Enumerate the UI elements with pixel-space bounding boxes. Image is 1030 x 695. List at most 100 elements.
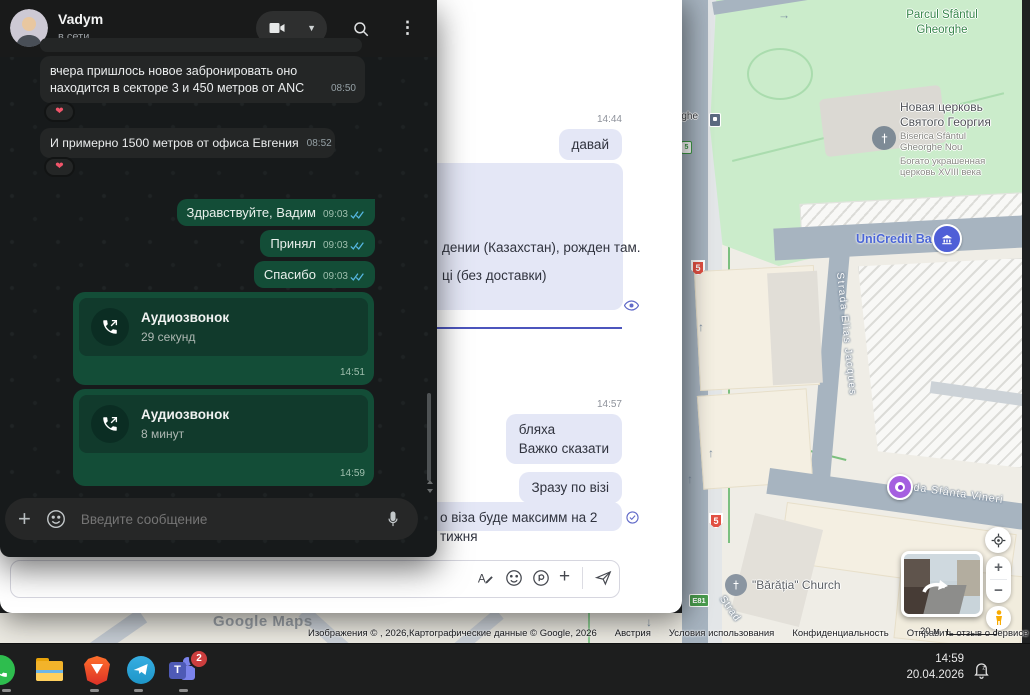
- attach-plus-icon[interactable]: +: [18, 506, 31, 532]
- church-poi-icon[interactable]: [872, 126, 896, 150]
- running-indicator: [90, 689, 99, 692]
- send-button-icon[interactable]: [594, 569, 613, 587]
- message-time: 09:03: [323, 271, 365, 282]
- street-view-arrow-icon: [922, 580, 948, 593]
- attach-plus-icon[interactable]: +: [559, 566, 570, 588]
- message-input[interactable]: [78, 510, 383, 528]
- running-indicator: [179, 689, 188, 692]
- taskbar-clock[interactable]: 14:59 20.04.2026: [878, 651, 964, 683]
- telegram-plane-icon: [133, 664, 148, 675]
- map-scale-bar: [947, 629, 997, 635]
- outgoing-message: бляха Важко сказати: [505, 414, 622, 464]
- call-title: Аудиозвонок: [141, 407, 230, 422]
- one-way-arrow-icon: ↓: [646, 615, 652, 629]
- map-scale-label: 20 м: [920, 626, 940, 637]
- map-building: [767, 270, 823, 386]
- incoming-message-clipped: [40, 38, 362, 52]
- taskbar-brave-icon[interactable]: [84, 656, 110, 685]
- map-building: [730, 513, 824, 627]
- running-indicator: [134, 689, 143, 692]
- viber-message-input[interactable]: [10, 560, 620, 598]
- pegman-button[interactable]: [986, 606, 1011, 630]
- emoji-icon[interactable]: [505, 569, 523, 587]
- taskbar-file-explorer-icon[interactable]: [36, 658, 63, 682]
- reaction-heart[interactable]: ❤: [44, 157, 75, 177]
- audio-call-card[interactable]: Аудиозвонок 8 минут 14:59: [73, 389, 374, 486]
- call-duration: 8 минут: [141, 427, 185, 441]
- reaction-heart[interactable]: ❤: [44, 102, 75, 122]
- incoming-message: И примерно 1500 метров от офиса Евгения …: [40, 128, 335, 158]
- zoom-out-button[interactable]: −: [986, 580, 1011, 602]
- menu-kebab-icon[interactable]: ⋮: [399, 17, 416, 39]
- svg-text:A: A: [478, 573, 486, 586]
- my-location-icon: [991, 533, 1005, 547]
- svg-text:z: z: [982, 665, 985, 672]
- delivered-check-icon: [626, 511, 639, 524]
- church2-poi-icon[interactable]: [725, 574, 747, 596]
- cross-icon: [733, 580, 739, 590]
- sticker-icon[interactable]: [45, 508, 67, 530]
- whatsapp-phone-icon: [0, 672, 7, 677]
- taskbar-whatsapp-icon[interactable]: [0, 655, 15, 685]
- outgoing-message: Здравствуйте, Вадим 09:03: [176, 199, 375, 226]
- tram-stop-icon[interactable]: 5: [682, 141, 692, 154]
- google-maps-map[interactable]: Parcul Sfântul Gheorghe ↑ Новая церковь …: [682, 0, 1022, 643]
- taskbar-telegram-icon[interactable]: [127, 656, 155, 684]
- message-timestamp: 14:57: [596, 399, 622, 410]
- map-construction-area: [858, 258, 1022, 468]
- teams-notification-badge: 2: [189, 649, 209, 669]
- contact-name: Vadym: [58, 11, 104, 27]
- incoming-message: вчера пришлось новое забронировать оно н…: [40, 56, 365, 103]
- poi-pin-purple[interactable]: [887, 474, 913, 500]
- search-icon[interactable]: [352, 20, 370, 38]
- call-title: Аудиозвонок: [141, 310, 230, 325]
- cross-icon: [881, 133, 887, 143]
- attribution-terms-link[interactable]: Условия использования: [669, 628, 774, 639]
- attribution-region: Австрия: [614, 628, 651, 639]
- road-shield-e81: E81: [689, 594, 709, 607]
- message-time: 09:03: [323, 240, 365, 251]
- clock-time: 14:59: [935, 653, 964, 665]
- message-time: 08:52: [306, 138, 332, 149]
- attribution-copyright: Изображения © , 2026,Картографические да…: [308, 628, 597, 639]
- bank-icon: [942, 234, 952, 245]
- whatsapp-chat-window: Vadym в сети ▼ ⋮ вчера пришлось новое за…: [0, 0, 437, 557]
- bus-stop-icon[interactable]: [709, 113, 721, 127]
- sticker-icon[interactable]: [532, 569, 550, 587]
- outgoing-message: давай: [558, 129, 622, 160]
- running-indicator: [2, 689, 11, 692]
- clock-date: 20.04.2026: [906, 669, 964, 681]
- outgoing-message: Зразу по візі: [518, 472, 622, 503]
- church2-poi-label[interactable]: "Bărăția" Church: [752, 578, 841, 592]
- zoom-in-button[interactable]: +: [986, 556, 1011, 579]
- text-format-icon[interactable]: A: [477, 569, 495, 587]
- outgoing-call-icon: [103, 319, 118, 334]
- attribution-privacy-link[interactable]: Конфиденциальность: [792, 628, 888, 639]
- my-location-button[interactable]: [985, 527, 1011, 553]
- chevron-down-icon[interactable]: ▼: [307, 23, 316, 33]
- church-poi-label[interactable]: Новая церковь Святого Георгия Biserica S…: [900, 100, 991, 178]
- notification-bell-icon[interactable]: z: [972, 660, 991, 679]
- message-text-fragment: дении (Казахстан), рожден там. ці (без д…: [442, 240, 641, 283]
- map-park-path-oval: [747, 48, 813, 100]
- microphone-icon[interactable]: [383, 509, 403, 529]
- read-receipt-icon: [350, 210, 364, 219]
- map-park-label[interactable]: Parcul Sfântul Gheorghe: [882, 8, 1002, 38]
- message-time: 08:50: [330, 83, 356, 94]
- scroll-up-arrow[interactable]: [427, 480, 433, 484]
- audio-call-card[interactable]: Аудиозвонок 29 секунд 14:51: [73, 292, 374, 385]
- outgoing-message: Спасибо 09:03: [253, 261, 375, 288]
- scroll-down-arrow[interactable]: [427, 489, 433, 493]
- message-time: 14:59: [339, 468, 365, 479]
- pegman-icon: [995, 610, 1002, 625]
- bank-poi-icon[interactable]: [932, 224, 962, 254]
- scrollbar-thumb[interactable]: [427, 393, 431, 481]
- street-label-fragment: rghe: [682, 111, 699, 122]
- zoom-controls: + −: [986, 556, 1011, 603]
- composer-divider: [582, 567, 583, 589]
- composer-bar: +: [5, 498, 418, 540]
- call-duration: 29 секунд: [141, 330, 196, 344]
- street-view-thumbnail[interactable]: [901, 551, 983, 617]
- message-timestamp: 14:44: [596, 114, 622, 125]
- read-receipt-icon: [350, 272, 364, 281]
